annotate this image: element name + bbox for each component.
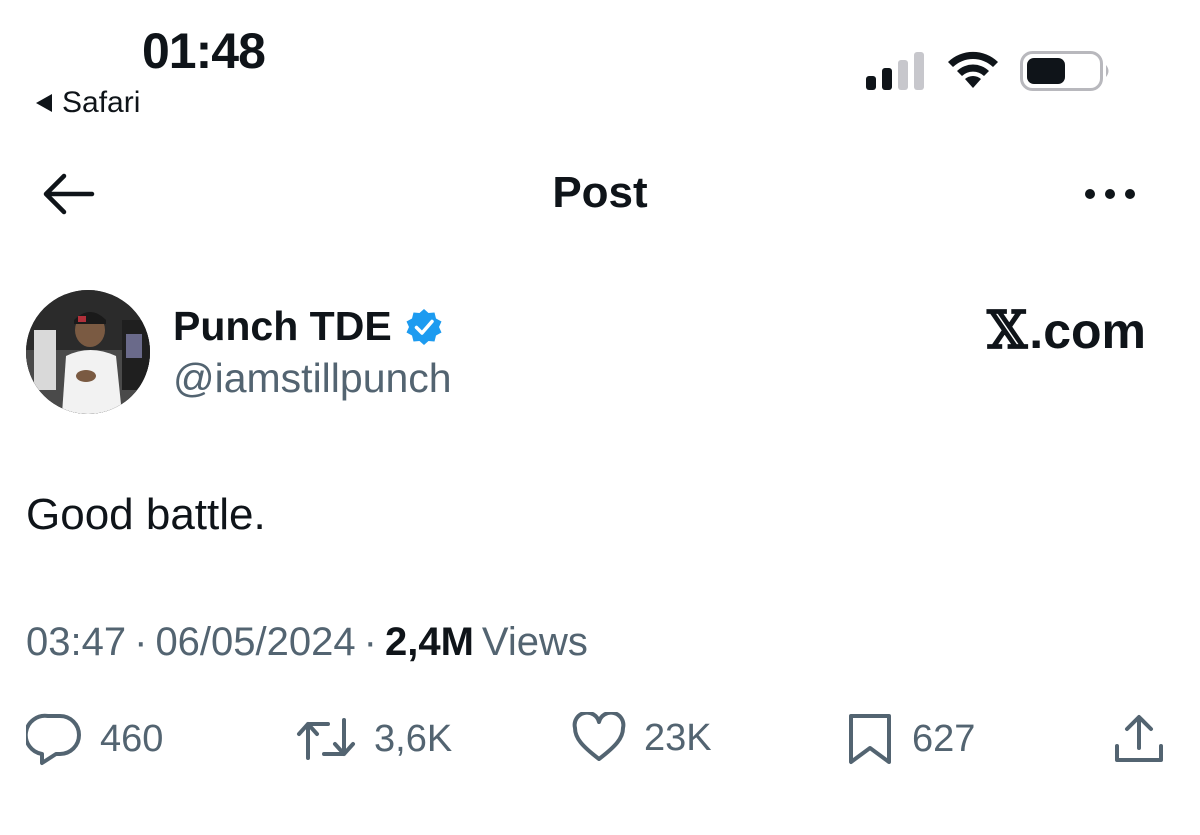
post-date[interactable]: 06/05/2024: [155, 620, 355, 665]
post-text: Good battle.: [26, 490, 266, 539]
bookmark-button[interactable]: 627: [846, 712, 975, 766]
repost-count: 3,6K: [374, 717, 453, 760]
cellular-signal-icon: [866, 52, 924, 90]
avatar[interactable]: [26, 290, 150, 414]
page-title: Post: [552, 168, 648, 217]
verified-badge-icon: [406, 308, 442, 345]
bookmark-count: 627: [912, 717, 976, 760]
views-count[interactable]: 2,4M: [385, 620, 474, 665]
views-label[interactable]: Views: [482, 620, 588, 665]
user-handle[interactable]: @iamstillpunch: [173, 355, 452, 402]
reply-button[interactable]: 460: [26, 712, 163, 766]
reply-icon: [26, 713, 81, 765]
like-count: 23K: [644, 716, 712, 759]
brand-suffix: .com: [1029, 303, 1146, 359]
status-time: 01:48: [142, 23, 266, 79]
back-triangle-icon: [36, 94, 52, 112]
more-options-icon[interactable]: [1080, 180, 1140, 208]
wifi-icon: [948, 51, 998, 88]
display-name[interactable]: Punch TDE: [173, 303, 444, 350]
share-icon: [1115, 715, 1163, 762]
post-screen: 01:48 Safari Post Punch TDE @iamstillpun…: [0, 0, 1200, 835]
reply-count: 460: [100, 717, 164, 760]
bookmark-icon: [849, 714, 891, 764]
display-name-text: Punch TDE: [173, 303, 392, 349]
repost-icon: [297, 718, 355, 760]
post-meta: 03:47 · 06/05/2024 · 2,4M Views: [26, 620, 588, 665]
heart-icon: [572, 712, 626, 761]
repost-button[interactable]: 3,6K: [296, 712, 452, 766]
battery-icon: [1020, 51, 1109, 91]
back-to-app-link[interactable]: Safari: [36, 86, 140, 120]
meta-separator: ·: [134, 620, 148, 664]
like-button[interactable]: 23K: [572, 712, 712, 764]
avatar-image: [26, 290, 150, 414]
action-bar: 460 3,6K 23K 627: [0, 712, 1200, 772]
x-com-watermark: 𝕏 .com: [987, 300, 1146, 361]
meta-separator: ·: [363, 620, 377, 664]
back-app-label: Safari: [62, 86, 141, 119]
x-logo-icon: 𝕏: [986, 300, 1028, 361]
share-button[interactable]: [1112, 712, 1166, 766]
post-time[interactable]: 03:47: [26, 620, 126, 665]
